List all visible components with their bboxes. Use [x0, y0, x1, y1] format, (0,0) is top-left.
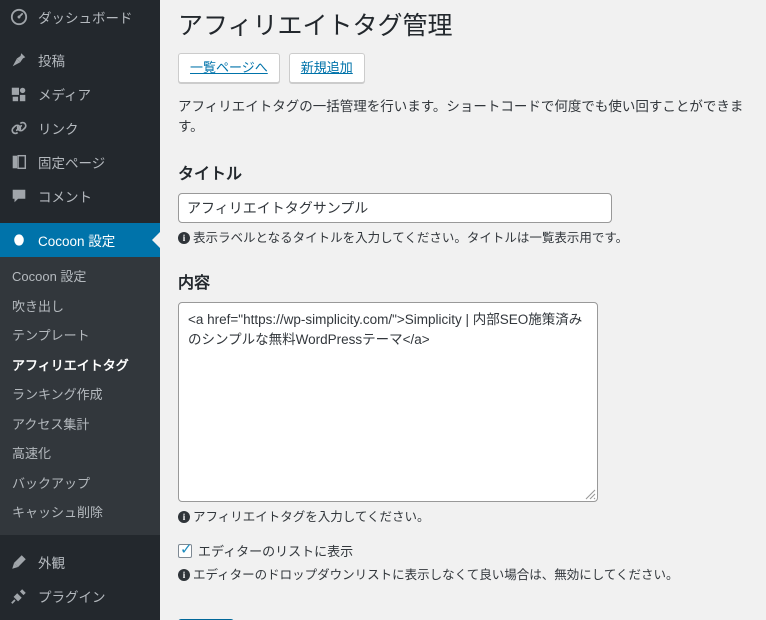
title-section-heading: タイトル	[178, 165, 243, 183]
sidebar-item-plugins[interactable]: プラグイン	[0, 579, 160, 613]
link-icon	[9, 118, 29, 138]
checkbox-help-text: i エディターのドロップダウンリストに表示しなくて良い場合は、無効にしてください…	[178, 566, 748, 585]
content-section-heading: 内容	[178, 275, 211, 293]
content-help-label: アフィリエイトタグを入力してください。	[193, 510, 430, 525]
pin-icon	[9, 50, 29, 70]
title-help-text: i 表示ラベルとなるタイトルを入力してください。タイトルは一覧表示用です。	[178, 229, 748, 248]
sidebar-item-links[interactable]: リンク	[0, 111, 160, 145]
editor-list-checkbox[interactable]: ✓	[178, 540, 193, 558]
content-textarea[interactable]	[178, 302, 598, 503]
sidebar-item-label: コメント	[38, 190, 92, 205]
submenu-item-cache-clear[interactable]: キャッシュ削除	[0, 498, 160, 528]
info-icon: i	[178, 511, 190, 524]
sidebar-item-pages[interactable]: 固定ページ	[0, 145, 160, 179]
content-textarea-wrapper	[178, 302, 598, 503]
submenu-item-speech-balloon[interactable]: 吹き出し	[0, 292, 160, 322]
submenu-item-backup[interactable]: バックアップ	[0, 469, 160, 499]
content-help-text: i アフィリエイトタグを入力してください。	[178, 508, 748, 527]
editor-list-checkbox-row[interactable]: ✓ エディターのリストに表示	[178, 541, 748, 560]
submenu-item-ranking[interactable]: ランキング作成	[0, 380, 160, 410]
plugin-icon	[9, 586, 29, 606]
sidebar-item-label: リンク	[38, 122, 79, 137]
title-help-label: 表示ラベルとなるタイトルを入力してください。タイトルは一覧表示用です。	[193, 230, 629, 245]
media-icon	[9, 84, 29, 104]
sidebar-item-comments[interactable]: コメント	[0, 179, 160, 213]
add-new-button[interactable]: 新規追加	[288, 52, 365, 83]
sidebar-item-dashboard[interactable]: ダッシュボード	[0, 0, 160, 34]
sidebar-item-label: 投稿	[38, 54, 65, 69]
info-icon: i	[178, 231, 190, 244]
sidebar-item-cocoon-settings[interactable]: Cocoon 設定	[0, 223, 160, 257]
page-icon	[9, 152, 29, 172]
checkbox-help-label: エディターのドロップダウンリストに表示しなくて良い場合は、無効にしてください。	[193, 568, 679, 582]
page-description: アフィリエイトタグの一括管理を行います。ショートコードで何度でも使い回すことがで…	[178, 99, 744, 135]
submenu-item-cocoon-settings[interactable]: Cocoon 設定	[0, 262, 160, 292]
dashboard-icon	[9, 7, 29, 27]
submenu-arrow-icon	[152, 232, 160, 248]
info-icon: i	[178, 569, 190, 581]
cocoon-submenu: Cocoon 設定 吹き出し テンプレート アフィリエイトタグ ランキング作成 …	[0, 257, 160, 535]
main-content: アフィリエイトタグ管理 一覧ページへ 新規追加 アフィリエイトタグの一括管理を行…	[160, 0, 766, 620]
submenu-item-affiliate-tag[interactable]: アフィリエイトタグ	[0, 351, 160, 381]
sidebar-item-label: ダッシュボード	[38, 11, 133, 26]
sidebar-item-label: 外観	[38, 555, 65, 571]
list-page-button[interactable]: 一覧ページへ	[178, 52, 280, 83]
submenu-item-template[interactable]: テンプレート	[0, 321, 160, 351]
sidebar-item-posts[interactable]: 投稿	[0, 43, 160, 77]
admin-page: ダッシュボード 投稿 メディア リンク 固定ページ コメント Cocoon 設定…	[0, 0, 766, 620]
title-input[interactable]	[178, 192, 612, 223]
page-action-buttons: 一覧ページへ 新規追加	[178, 52, 748, 83]
sidebar-item-appearance[interactable]: 外観	[0, 545, 160, 579]
submenu-item-access-analytics[interactable]: アクセス集計	[0, 410, 160, 440]
page-title: アフィリエイトタグ管理	[178, 12, 453, 40]
sidebar-item-media[interactable]: メディア	[0, 77, 160, 111]
check-icon: ✓	[180, 540, 193, 558]
editor-list-checkbox-label: エディターのリストに表示	[198, 544, 354, 559]
appearance-icon	[9, 552, 29, 572]
cocoon-icon	[9, 230, 29, 250]
sidebar-item-label: プラグイン	[38, 589, 106, 605]
admin-sidebar: ダッシュボード 投稿 メディア リンク 固定ページ コメント Cocoon 設定…	[0, 0, 160, 620]
submenu-item-speed-up[interactable]: 高速化	[0, 439, 160, 469]
sidebar-item-label: Cocoon 設定	[38, 234, 116, 249]
sidebar-item-users[interactable]: ユーザー	[0, 613, 160, 620]
sidebar-item-label: メディア	[38, 88, 92, 103]
comment-icon	[9, 186, 29, 206]
sidebar-item-label: 固定ページ	[38, 156, 106, 171]
